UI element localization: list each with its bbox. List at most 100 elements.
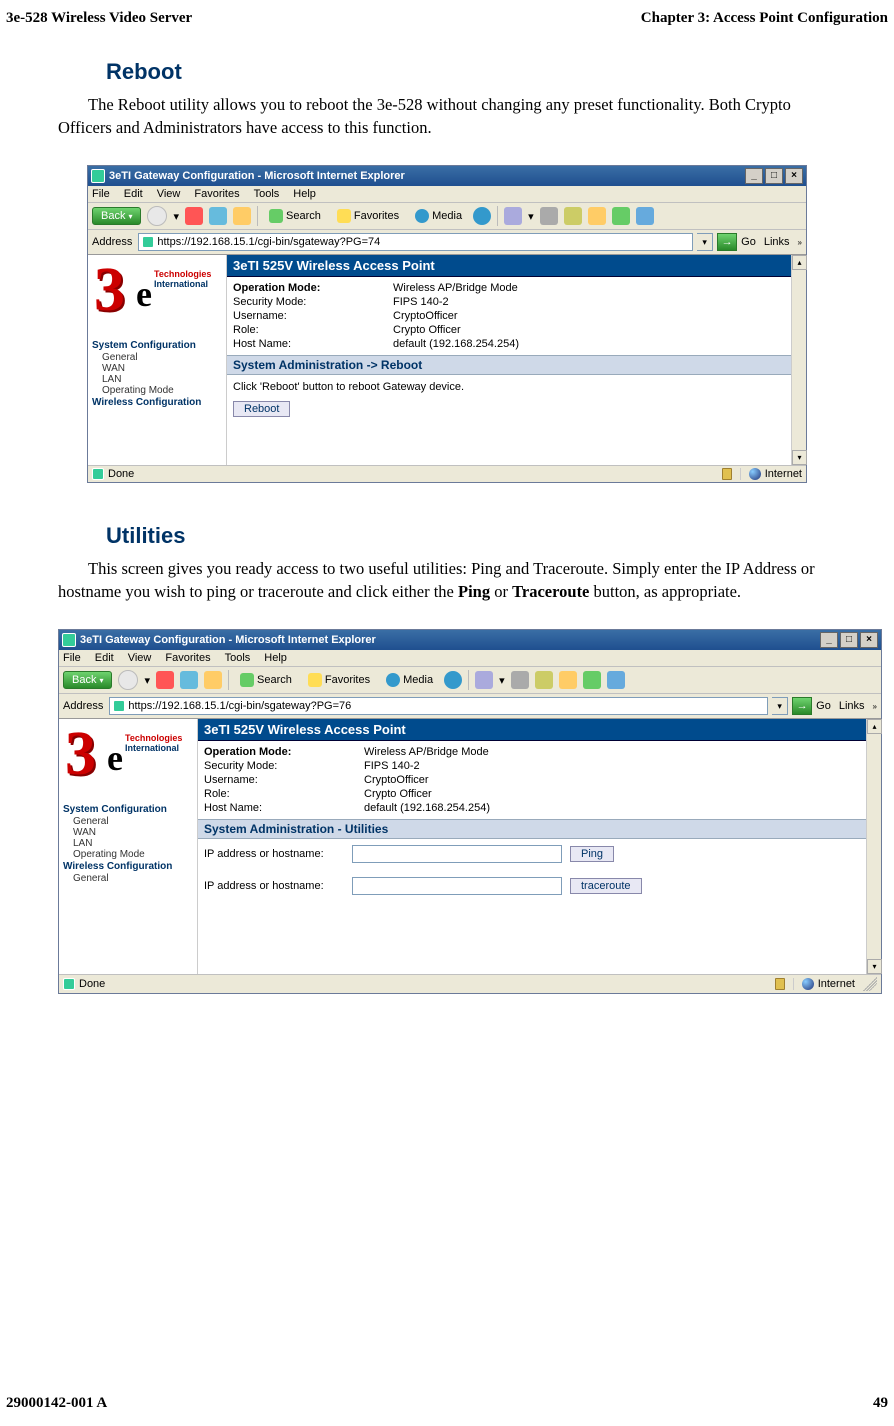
menu-tools[interactable]: Tools <box>254 188 280 200</box>
sidebar-item-wan[interactable]: WAN <box>63 827 197 838</box>
sidebar-item-general[interactable]: General <box>63 816 197 827</box>
go-label: Go <box>741 236 756 248</box>
reboot-button[interactable]: Reboot <box>233 401 290 417</box>
ping-input[interactable] <box>352 845 562 863</box>
sidebar-group-wireless[interactable]: Wireless Configuration <box>63 860 197 873</box>
refresh-icon[interactable] <box>180 671 198 689</box>
menu-view[interactable]: View <box>157 188 181 200</box>
folder-icon[interactable] <box>559 671 577 689</box>
menu-help[interactable]: Help <box>293 188 316 200</box>
sidebar-group-system[interactable]: System Configuration <box>63 803 197 816</box>
print-icon[interactable] <box>511 671 529 689</box>
menu-file[interactable]: File <box>63 652 81 664</box>
info-host-label: Host Name: <box>233 338 393 350</box>
forward-button[interactable] <box>147 206 167 226</box>
stop-icon[interactable] <box>185 207 203 225</box>
sidebar-item-lan[interactable]: LAN <box>92 374 226 385</box>
section-subheader: System Administration -> Reboot <box>227 355 806 375</box>
lock-icon <box>722 468 732 480</box>
favorites-button[interactable]: Favorites <box>332 207 404 225</box>
resize-grip-icon[interactable] <box>863 977 877 991</box>
ie-titlebar: 3eTI Gateway Configuration - Microsoft I… <box>59 630 881 650</box>
minimize-button[interactable]: _ <box>745 168 763 184</box>
scroll-down-icon[interactable]: ▾ <box>792 450 807 465</box>
home-icon[interactable] <box>233 207 251 225</box>
brand-logo: 3e Technologies International <box>92 261 202 325</box>
traceroute-button[interactable]: traceroute <box>570 878 642 894</box>
forward-button[interactable] <box>118 670 138 690</box>
mail-icon[interactable] <box>504 207 522 225</box>
home-icon[interactable] <box>204 671 222 689</box>
edit-icon[interactable] <box>535 671 553 689</box>
menu-file[interactable]: File <box>92 188 110 200</box>
ping-button[interactable]: Ping <box>570 846 614 862</box>
info-user-label: Username: <box>204 774 364 786</box>
messenger-icon[interactable] <box>636 207 654 225</box>
media-button[interactable]: Media <box>410 207 467 225</box>
sidebar-group-wireless[interactable]: Wireless Configuration <box>92 396 226 409</box>
menu-view[interactable]: View <box>128 652 152 664</box>
discuss-icon[interactable] <box>612 207 630 225</box>
close-button[interactable]: × <box>785 168 803 184</box>
vertical-scrollbar[interactable]: ▴ ▾ <box>791 255 806 465</box>
menu-help[interactable]: Help <box>264 652 287 664</box>
edit-icon[interactable] <box>564 207 582 225</box>
links-label[interactable]: Links <box>760 236 794 248</box>
done-icon <box>63 978 75 990</box>
sidebar-group-system[interactable]: System Configuration <box>92 339 226 352</box>
sidebar-item-wan[interactable]: WAN <box>92 363 226 374</box>
sidebar-item-wireless-general[interactable]: General <box>63 873 197 884</box>
media-button[interactable]: Media <box>381 671 438 689</box>
close-button[interactable]: × <box>860 632 878 648</box>
sidebar-item-opmode[interactable]: Operating Mode <box>63 849 197 860</box>
print-icon[interactable] <box>540 207 558 225</box>
sidebar-item-lan[interactable]: LAN <box>63 838 197 849</box>
traceroute-input[interactable] <box>352 877 562 895</box>
lock-icon <box>775 978 785 990</box>
history-icon[interactable] <box>444 671 462 689</box>
address-dropdown[interactable]: ▾ <box>697 233 713 251</box>
ie-menubar: File Edit View Favorites Tools Help <box>59 650 881 667</box>
back-button[interactable]: Back ▾ <box>92 207 141 225</box>
menu-edit[interactable]: Edit <box>95 652 114 664</box>
address-dropdown[interactable]: ▾ <box>772 697 788 715</box>
favorites-button[interactable]: Favorites <box>303 671 375 689</box>
info-opmode-label: Operation Mode: <box>204 746 364 758</box>
history-icon[interactable] <box>473 207 491 225</box>
scroll-down-icon[interactable]: ▾ <box>867 959 882 974</box>
section-utilities-title: Utilities <box>106 523 836 549</box>
info-sec-label: Security Mode: <box>204 760 364 772</box>
nav-sidebar: 3e Technologies International System Con… <box>88 255 226 465</box>
menu-favorites[interactable]: Favorites <box>165 652 210 664</box>
links-label[interactable]: Links <box>835 700 869 712</box>
menu-edit[interactable]: Edit <box>124 188 143 200</box>
address-input[interactable]: https://192.168.15.1/cgi-bin/sgateway?PG… <box>109 697 768 715</box>
reboot-panel: Click 'Reboot' button to reboot Gateway … <box>227 375 806 423</box>
scroll-up-icon[interactable]: ▴ <box>792 255 807 270</box>
mail-icon[interactable] <box>475 671 493 689</box>
stop-icon[interactable] <box>156 671 174 689</box>
sidebar-item-opmode[interactable]: Operating Mode <box>92 385 226 396</box>
go-button[interactable]: → <box>792 697 812 715</box>
ie-window-title: 3eTI Gateway Configuration - Microsoft I… <box>109 170 405 182</box>
menu-favorites[interactable]: Favorites <box>194 188 239 200</box>
info-role-label: Role: <box>204 788 364 800</box>
menu-tools[interactable]: Tools <box>225 652 251 664</box>
zone-indicator: Internet <box>740 468 802 480</box>
refresh-icon[interactable] <box>209 207 227 225</box>
sidebar-item-general[interactable]: General <box>92 352 226 363</box>
scroll-up-icon[interactable]: ▴ <box>867 719 882 734</box>
maximize-button[interactable]: □ <box>765 168 783 184</box>
search-button[interactable]: Search <box>235 671 297 689</box>
minimize-button[interactable]: _ <box>820 632 838 648</box>
back-button[interactable]: Back ▾ <box>63 671 112 689</box>
discuss-icon[interactable] <box>583 671 601 689</box>
maximize-button[interactable]: □ <box>840 632 858 648</box>
vertical-scrollbar[interactable]: ▴ ▾ <box>866 719 881 974</box>
go-button[interactable]: → <box>717 233 737 251</box>
info-role-value: Crypto Officer <box>393 324 800 336</box>
messenger-icon[interactable] <box>607 671 625 689</box>
folder-icon[interactable] <box>588 207 606 225</box>
address-input[interactable]: https://192.168.15.1/cgi-bin/sgateway?PG… <box>138 233 693 251</box>
search-button[interactable]: Search <box>264 207 326 225</box>
